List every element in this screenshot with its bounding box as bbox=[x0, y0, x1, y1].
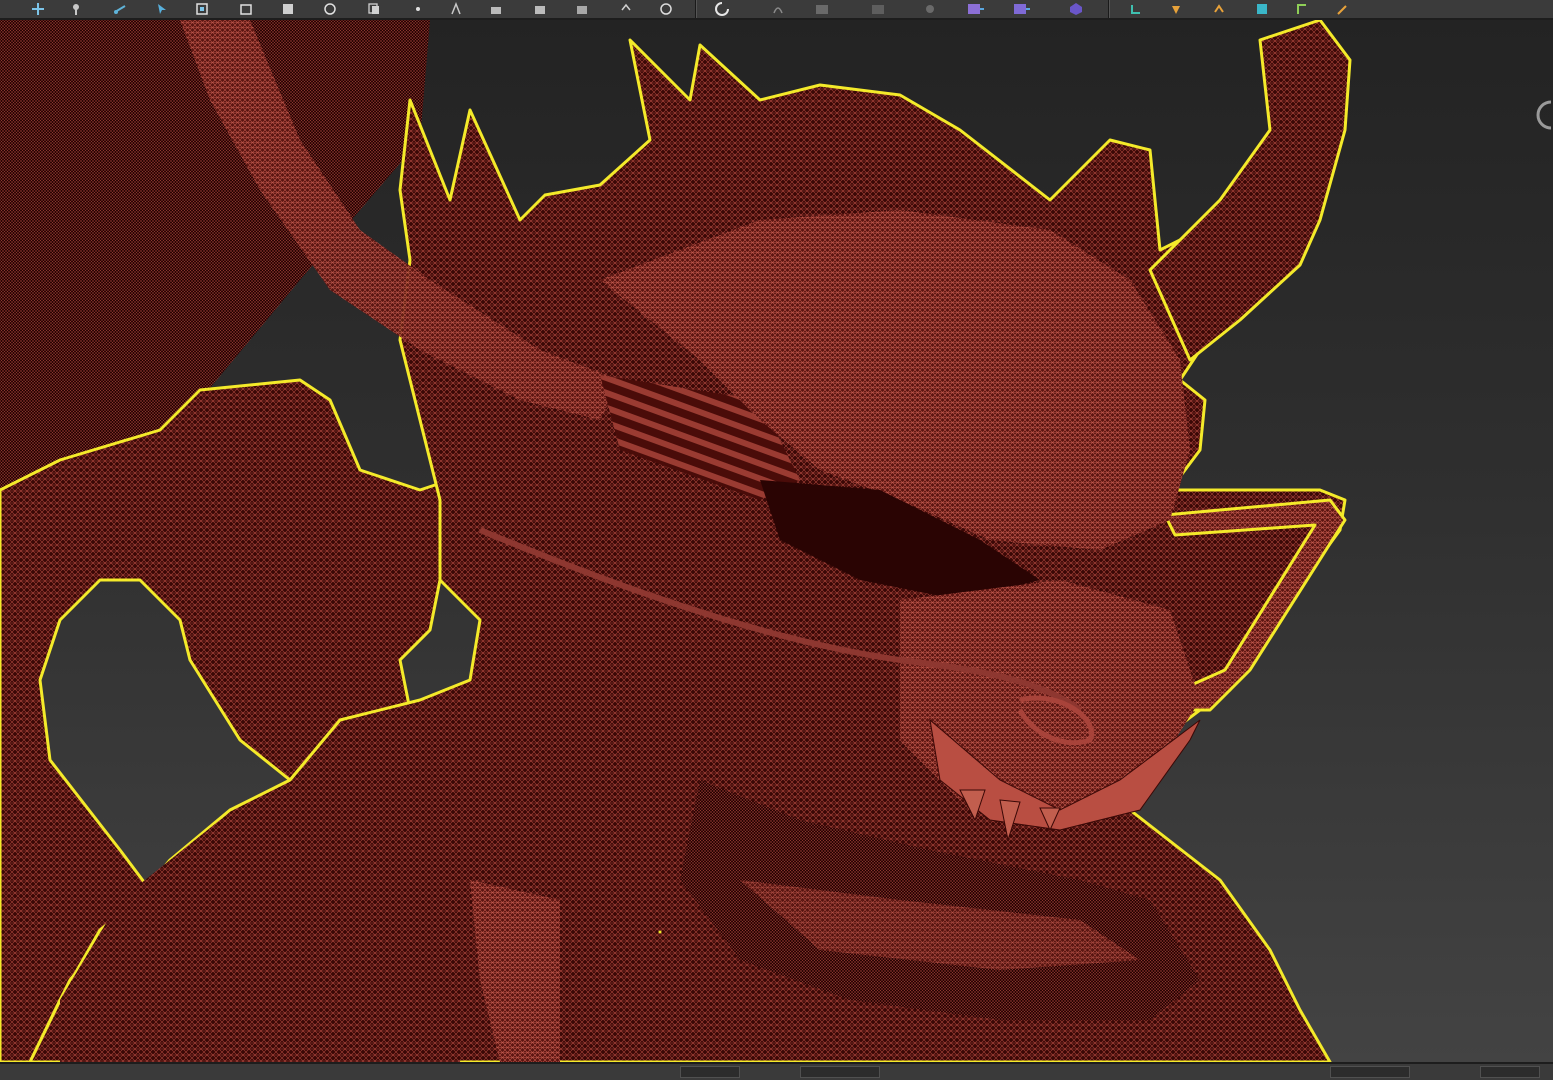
status-bar bbox=[0, 1062, 1553, 1080]
viewcube-icon[interactable] bbox=[1535, 98, 1552, 138]
spinner-snap-icon[interactable] bbox=[572, 1, 592, 17]
coordinate-x-field[interactable] bbox=[680, 1066, 740, 1078]
curve-editor-icon[interactable] bbox=[920, 1, 940, 17]
render-setup-icon[interactable] bbox=[1066, 1, 1086, 17]
link-icon[interactable] bbox=[110, 1, 130, 17]
clone-align-icon[interactable] bbox=[1292, 1, 1312, 17]
undo-icon[interactable] bbox=[616, 1, 636, 17]
render-icon[interactable] bbox=[1166, 1, 1186, 17]
perspective-viewport[interactable] bbox=[0, 20, 1553, 1062]
layer-manager-icon[interactable] bbox=[812, 1, 832, 17]
spacing-tool-icon[interactable] bbox=[1252, 1, 1272, 17]
mirror-icon[interactable] bbox=[712, 1, 732, 17]
align-icon[interactable] bbox=[768, 1, 788, 17]
move-icon[interactable] bbox=[28, 1, 48, 17]
snap-toggle-icon[interactable] bbox=[446, 1, 466, 17]
scale-icon[interactable] bbox=[320, 1, 340, 17]
toolbar-separator bbox=[1108, 0, 1110, 18]
normal-align-icon[interactable] bbox=[1332, 1, 1352, 17]
application-window bbox=[0, 0, 1553, 1080]
scene-explorer-icon[interactable] bbox=[868, 1, 888, 17]
quick-align-icon[interactable] bbox=[1210, 1, 1230, 17]
coordinate-y-field[interactable] bbox=[800, 1066, 880, 1078]
pivot-icon[interactable] bbox=[408, 1, 428, 17]
toolbar-separator bbox=[695, 0, 697, 18]
copy-icon[interactable] bbox=[364, 1, 384, 17]
render-frame-icon[interactable] bbox=[1126, 1, 1146, 17]
percent-snap-icon[interactable] bbox=[530, 1, 550, 17]
select-object-icon[interactable] bbox=[152, 1, 172, 17]
select-region-icon[interactable] bbox=[192, 1, 212, 17]
schematic-view-icon[interactable] bbox=[966, 1, 986, 17]
pin-icon[interactable] bbox=[66, 1, 86, 17]
rotate-icon[interactable] bbox=[278, 1, 298, 17]
material-editor-icon[interactable] bbox=[1012, 1, 1032, 17]
main-toolbar bbox=[0, 0, 1553, 20]
window-crossing-icon[interactable] bbox=[236, 1, 256, 17]
redo-icon[interactable] bbox=[656, 1, 676, 17]
angle-snap-icon[interactable] bbox=[486, 1, 506, 17]
dragon-wireframe-model[interactable] bbox=[0, 20, 1553, 1062]
grid-field[interactable] bbox=[1330, 1066, 1410, 1078]
time-tag-field[interactable] bbox=[1480, 1066, 1540, 1078]
